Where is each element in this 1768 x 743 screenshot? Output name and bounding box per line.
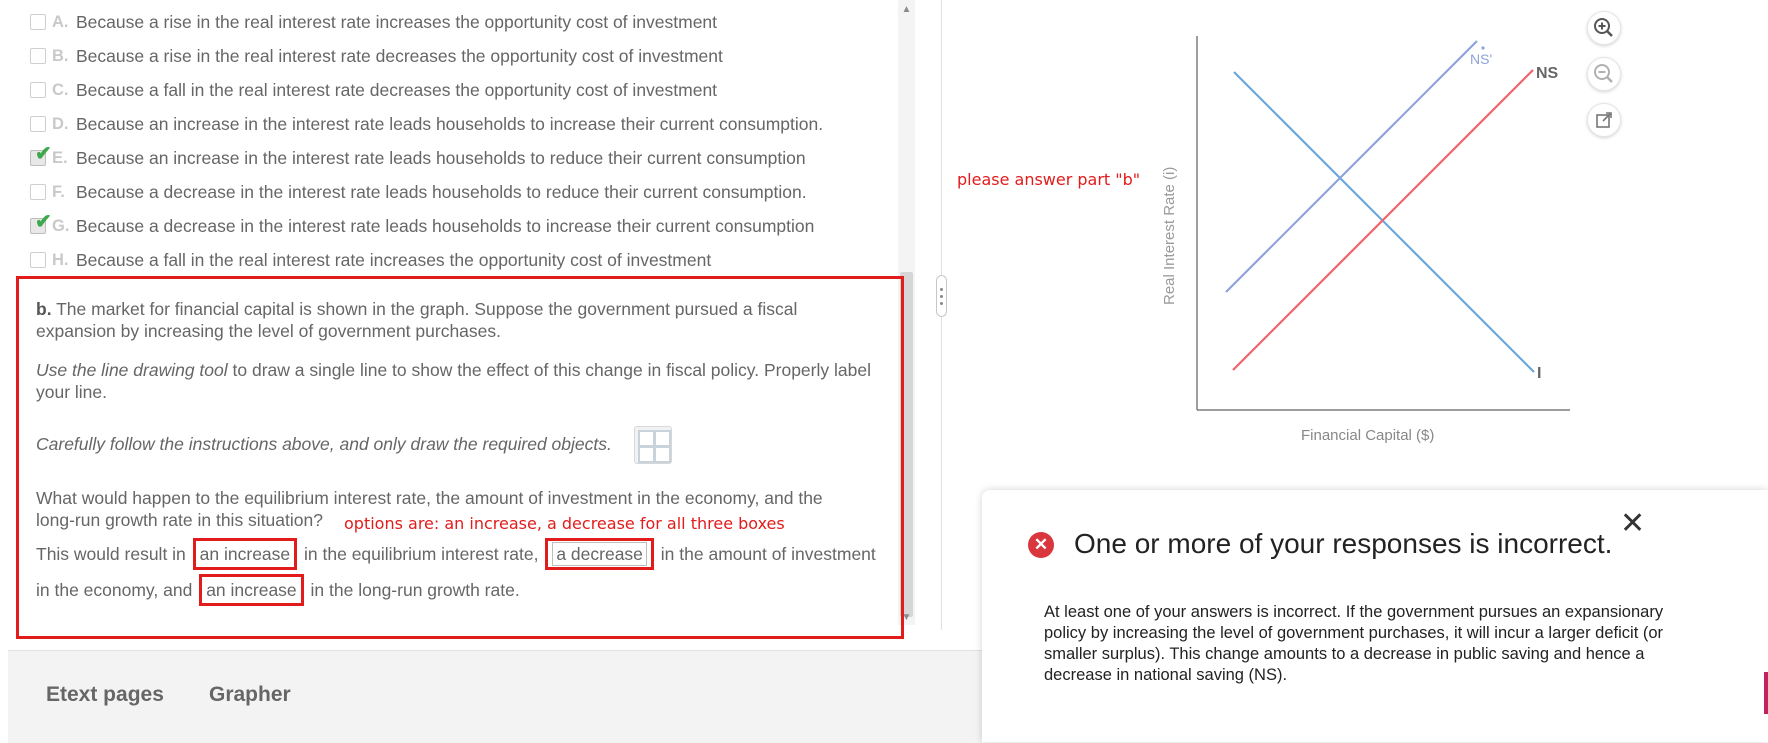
checkbox[interactable] bbox=[30, 14, 46, 30]
tab-etext-pages[interactable]: Etext pages bbox=[46, 683, 164, 707]
ns-prime-label: NS' bbox=[1470, 51, 1492, 67]
checkbox[interactable]: ✔ bbox=[30, 212, 52, 234]
careful-note: Carefully follow the instructions above,… bbox=[36, 433, 612, 455]
answer-dropdown-1[interactable]: an increase bbox=[192, 538, 298, 570]
ns-prime-endpoint bbox=[1481, 46, 1485, 50]
choice-letter: C. bbox=[52, 80, 69, 99]
feedback-panel: ✕ One or more of your responses is incor… bbox=[982, 490, 1768, 742]
choice-text: Because a decrease in the interest rate … bbox=[76, 215, 815, 236]
choice-item[interactable]: H. Because a fall in the real interest ra… bbox=[30, 247, 711, 273]
sentence-part-3: in the amount of investment bbox=[660, 544, 876, 564]
checkbox[interactable] bbox=[30, 184, 46, 200]
checkbox[interactable] bbox=[30, 82, 46, 98]
part-b-label: b. bbox=[36, 299, 52, 319]
scroll-up-arrow-icon[interactable]: ▲ bbox=[898, 4, 915, 15]
choice-letter: F. bbox=[52, 182, 65, 201]
choice-letter: H. bbox=[52, 250, 69, 269]
line-drawing-tool-icon[interactable] bbox=[634, 426, 672, 464]
zoom-out-icon bbox=[1594, 64, 1613, 83]
zoom-in-icon bbox=[1594, 18, 1613, 37]
choice-text: Because a decrease in the interest rate … bbox=[76, 181, 807, 202]
answer-sentence-line-2: in the economy, and an increase in the l… bbox=[36, 574, 520, 606]
choice-item[interactable]: B. Because a rise in the real interest ra… bbox=[30, 43, 723, 69]
checkbox[interactable] bbox=[30, 48, 46, 64]
choice-text: Because an increase in the interest rate… bbox=[76, 147, 806, 168]
ns-label: NS bbox=[1536, 65, 1559, 82]
sentence-part-5: in the long-run growth rate. bbox=[310, 580, 520, 600]
choice-letter: E. bbox=[52, 148, 68, 167]
choice-item[interactable]: D. Because an increase in the interest ra… bbox=[30, 111, 823, 137]
financial-capital-graph[interactable]: Real Interest Rate (i) Financial Capital… bbox=[1100, 20, 1580, 460]
investment-line[interactable] bbox=[1233, 71, 1535, 373]
choice-letter: G. bbox=[52, 216, 70, 235]
zoom-in-button[interactable] bbox=[1587, 11, 1621, 45]
part-b-intro: b. The market for financial capital is s… bbox=[36, 298, 826, 342]
sentence-part-1: This would result in bbox=[36, 544, 186, 564]
choice-text: Because a fall in the real interest rate… bbox=[76, 79, 718, 100]
careful-text: Carefully follow the instructions above,… bbox=[36, 434, 612, 454]
choice-text: Because a fall in the real interest rate… bbox=[76, 249, 712, 270]
answer-dropdown-3-value: an increase bbox=[206, 580, 297, 600]
answer-dropdown-2[interactable]: a decrease bbox=[545, 538, 654, 570]
annotation-options: options are: an increase, a decrease for… bbox=[344, 514, 785, 533]
open-external-icon bbox=[1596, 112, 1612, 128]
choice-letter: D. bbox=[52, 114, 69, 133]
y-axis-label: Real Interest Rate (i) bbox=[1161, 167, 1178, 305]
choice-item[interactable]: F. Because a decrease in the interest rat… bbox=[30, 179, 807, 205]
zoom-out-button[interactable] bbox=[1587, 57, 1621, 91]
choice-item[interactable]: A. Because a rise in the real interest ra… bbox=[30, 9, 717, 35]
feedback-title: One or more of your responses is incorre… bbox=[1074, 528, 1613, 559]
choice-text: Because an increase in the interest rate… bbox=[76, 113, 824, 134]
feedback-body: At least one of your answers is incorrec… bbox=[1044, 603, 1664, 684]
close-icon[interactable]: ✕ bbox=[1620, 506, 1645, 541]
part-b-intro-text: The market for financial capital is show… bbox=[36, 299, 798, 341]
answer-dropdown-3[interactable]: an increase bbox=[199, 574, 304, 606]
checkmark-icon: ✔ bbox=[35, 211, 52, 233]
checkbox[interactable] bbox=[30, 252, 46, 268]
choice-item[interactable]: C. Because a fall in the real interest ra… bbox=[30, 77, 717, 103]
bottom-tab-bar: Etext pages Grapher bbox=[8, 650, 983, 743]
choice-letter: A. bbox=[52, 12, 69, 31]
ns-prime-line[interactable] bbox=[1225, 40, 1478, 293]
choice-letter: B. bbox=[52, 46, 69, 65]
question-pane: A. Because a rise in the real interest ra… bbox=[8, 0, 915, 650]
sentence-part-4: in the economy, and bbox=[36, 580, 193, 600]
investment-label: I bbox=[1537, 365, 1541, 382]
answer-sentence-line-1: This would result in an increase in the … bbox=[36, 538, 876, 570]
choice-text: Because a rise in the real interest rate… bbox=[76, 45, 723, 66]
instruction-italic: Use the line drawing tool bbox=[36, 360, 228, 380]
pane-resize-handle[interactable] bbox=[936, 275, 947, 317]
tab-grapher[interactable]: Grapher bbox=[209, 683, 291, 707]
sentence-part-2: in the equilibrium interest rate, bbox=[304, 544, 539, 564]
checkbox[interactable] bbox=[30, 116, 46, 132]
checkmark-icon: ✔ bbox=[35, 143, 52, 165]
edge-accent bbox=[1764, 672, 1768, 714]
x-axis-label: Financial Capital ($) bbox=[1301, 427, 1434, 444]
choice-item[interactable]: ✔ G. Because a decrease in the interest ra… bbox=[30, 212, 815, 239]
choice-text: Because a rise in the real interest rate… bbox=[76, 11, 718, 32]
error-icon: ✕ bbox=[1028, 532, 1054, 558]
answer-dropdown-1-value: an increase bbox=[199, 544, 291, 564]
choice-item[interactable]: ✔ E. Because an increase in the interest r… bbox=[30, 144, 806, 171]
open-external-button[interactable] bbox=[1587, 103, 1621, 137]
checkbox[interactable]: ✔ bbox=[30, 144, 52, 166]
answer-dropdown-2-value: a decrease bbox=[552, 542, 647, 566]
part-b-instruction: Use the line drawing tool to draw a sing… bbox=[36, 359, 896, 403]
